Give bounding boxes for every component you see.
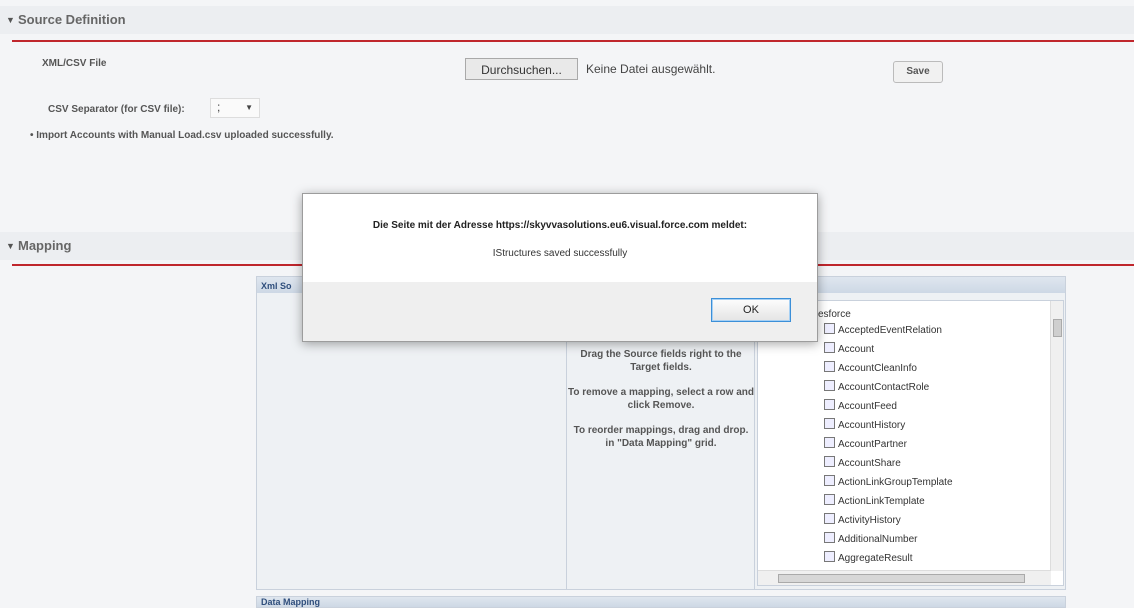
chevron-down-icon: ▼ bbox=[245, 103, 253, 112]
scrollbar-thumb[interactable] bbox=[778, 574, 1025, 583]
tree-item[interactable]: ActionLinkGroupTemplate bbox=[824, 475, 953, 492]
separator-select[interactable]: ; ▼ bbox=[210, 98, 260, 118]
horizontal-scrollbar[interactable] bbox=[758, 570, 1051, 585]
dialog-sub-message: IStructures saved successfully bbox=[492, 248, 628, 259]
separator-label: CSV Separator (for CSV file): bbox=[48, 104, 185, 115]
target-tree[interactable]: esforce AcceptedEventRelation Account Ac… bbox=[757, 300, 1064, 586]
dialog-footer: OK bbox=[303, 282, 817, 341]
dialog-message: Die Seite mit der Adresse https://skyvva… bbox=[372, 220, 748, 231]
browse-button[interactable]: Durchsuchen... bbox=[465, 58, 578, 80]
tree-item[interactable]: AggregateResult bbox=[824, 551, 913, 568]
mapping-instructions: Drag the Source fields right to the Targ… bbox=[568, 348, 754, 462]
tree-node-icon bbox=[824, 551, 835, 562]
source-definition-title: Source Definition bbox=[18, 12, 126, 27]
tree-item[interactable]: AdditionalNumber bbox=[824, 532, 918, 549]
instruction-reorder: To reorder mappings, drag and drop. in "… bbox=[573, 425, 749, 449]
separator-value: ; bbox=[217, 100, 221, 114]
tree-node-icon bbox=[824, 532, 835, 543]
mapping-title: Mapping bbox=[18, 238, 72, 253]
tree-node-icon bbox=[824, 361, 835, 372]
tree-node-icon bbox=[824, 323, 835, 334]
vertical-scrollbar[interactable] bbox=[1050, 301, 1063, 571]
file-label: XML/CSV File bbox=[42, 58, 107, 69]
tree-node-icon bbox=[824, 418, 835, 429]
tree-item[interactable]: Account bbox=[824, 342, 874, 359]
section-divider bbox=[12, 40, 1134, 42]
tree-item[interactable]: AcceptedEventRelation bbox=[824, 323, 942, 340]
tree-item[interactable]: AccountContactRole bbox=[824, 380, 929, 397]
instruction-drag: Drag the Source fields right to the Targ… bbox=[580, 349, 742, 373]
ok-button[interactable]: OK bbox=[711, 298, 791, 322]
tree-node-icon bbox=[824, 475, 835, 486]
tree-item[interactable]: AccountPartner bbox=[824, 437, 907, 454]
status-message: • Import Accounts with Manual Load.csv u… bbox=[30, 130, 334, 141]
no-file-text: Keine Datei ausgewählt. bbox=[586, 62, 716, 76]
save-button[interactable]: Save bbox=[893, 61, 943, 83]
source-panel-title: Xml So bbox=[261, 281, 292, 291]
tree-item[interactable]: ActivityHistory bbox=[824, 513, 901, 530]
tree-item[interactable]: AccountCleanInfo bbox=[824, 361, 917, 378]
tree-item[interactable]: AccountHistory bbox=[824, 418, 905, 435]
tree-node-icon bbox=[824, 437, 835, 448]
tree-node-icon bbox=[824, 494, 835, 505]
tree-node-icon bbox=[824, 342, 835, 353]
tree-node-icon bbox=[824, 399, 835, 410]
tree-node-icon bbox=[824, 513, 835, 524]
scrollbar-thumb[interactable] bbox=[1053, 319, 1062, 337]
tree-root[interactable]: esforce bbox=[818, 309, 851, 320]
tree-node-icon bbox=[824, 456, 835, 467]
tree-item[interactable]: ActionLinkTemplate bbox=[824, 494, 925, 511]
source-definition-header[interactable]: ▼ Source Definition bbox=[0, 6, 1134, 34]
data-mapping-title: Data Mapping bbox=[261, 597, 321, 607]
instruction-remove: To remove a mapping, select a row and cl… bbox=[568, 387, 754, 411]
alert-dialog: Die Seite mit der Adresse https://skyvva… bbox=[302, 193, 818, 342]
collapse-triangle-icon[interactable]: ▼ bbox=[6, 241, 15, 251]
tree-node-icon bbox=[824, 380, 835, 391]
tree-item[interactable]: AccountFeed bbox=[824, 399, 897, 416]
tree-item[interactable]: AccountShare bbox=[824, 456, 901, 473]
collapse-triangle-icon[interactable]: ▼ bbox=[6, 15, 15, 25]
data-mapping-header: Data Mapping bbox=[256, 596, 1066, 608]
